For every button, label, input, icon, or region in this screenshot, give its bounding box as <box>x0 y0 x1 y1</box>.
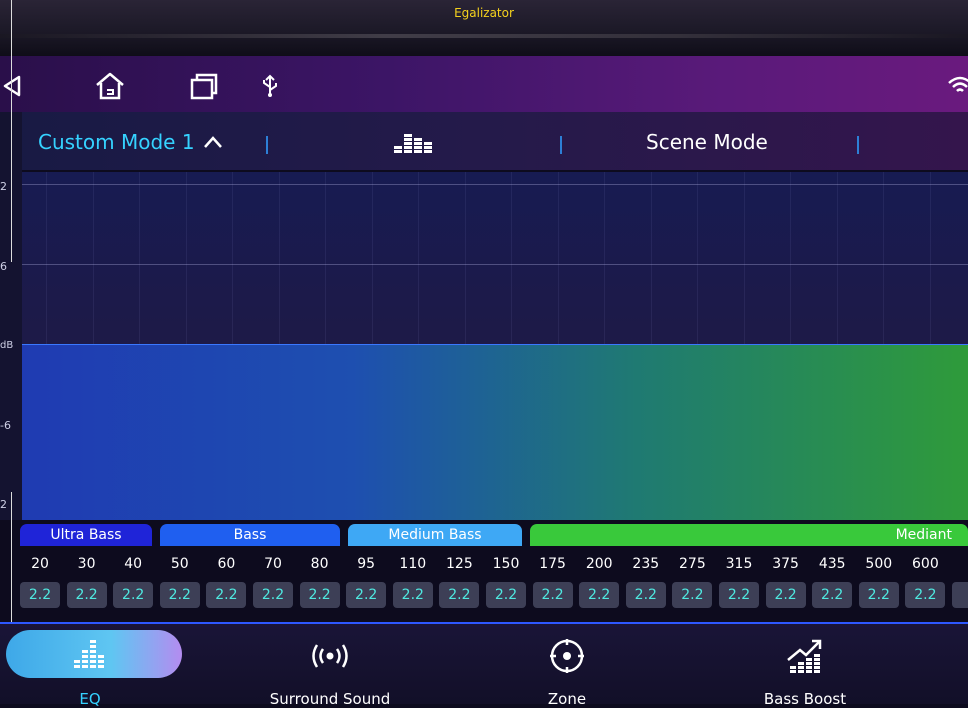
tab-zone[interactable]: Zone <box>520 628 614 708</box>
gain-value-box[interactable]: 2.2 <box>66 582 107 608</box>
band-medium-bass: Medium Bass <box>348 524 522 546</box>
grid-line <box>22 264 968 265</box>
tab-bass-boost-label: Bass Boost <box>763 690 847 708</box>
frequency-label: 375 <box>772 556 799 572</box>
divider <box>0 622 968 624</box>
frequency-label: 315 <box>725 556 753 572</box>
tab-zone-label: Zone <box>547 690 587 708</box>
gain-value-box[interactable]: 2.2 <box>253 582 293 608</box>
gain-value-box[interactable]: 2.2 <box>719 582 759 608</box>
gain-value-box[interactable]: 2.2 <box>858 582 899 608</box>
y-axis-label: -6 <box>0 419 11 432</box>
gain-value-box[interactable]: 2.2 <box>159 582 200 608</box>
frequency-label: 80 <box>310 556 329 572</box>
frequency-label: 500 <box>865 556 893 572</box>
gain-value-box[interactable]: 2.2 <box>439 582 480 608</box>
scene-mode-button[interactable]: Scene Mode <box>646 130 768 154</box>
eq-graph[interactable] <box>22 172 968 520</box>
frequency-label: 200 <box>585 556 613 572</box>
gain-value-box[interactable]: 2.2 <box>579 582 620 608</box>
gain-value-box[interactable]: 2.2 <box>206 582 247 608</box>
frequency-label: 150 <box>492 556 520 572</box>
gain-value-box[interactable]: 2.2 <box>905 582 946 608</box>
frequency-label: 175 <box>539 556 566 572</box>
frequency-label: 60 <box>217 556 236 572</box>
frequency-label: 435 <box>818 556 846 572</box>
gain-value-box[interactable]: 2.2 <box>486 582 526 608</box>
gain-value-box[interactable]: 2.2 <box>299 582 340 608</box>
mode-bar: Custom Mode 1 Scene Mode <box>0 112 968 170</box>
recent-apps-icon[interactable] <box>183 66 223 106</box>
gain-value-box[interactable]: 2.2 <box>672 582 713 608</box>
frequency-label: 70 <box>264 556 282 572</box>
wifi-icon <box>940 66 968 106</box>
band-bass: Bass <box>160 524 340 546</box>
divider <box>266 136 268 154</box>
gain-value-box[interactable]: 2.2 <box>392 582 433 608</box>
bass-boost-icon <box>787 639 822 673</box>
bezel <box>0 34 968 38</box>
frequency-row: 20 30 40 50 60 70 80 95 110 125 150 175 200 235 275 315… <box>20 552 968 576</box>
grid-line <box>22 184 968 185</box>
divider <box>560 136 562 154</box>
equalizer-view-icon[interactable] <box>392 132 434 158</box>
eq-curve-fill <box>22 344 968 520</box>
home-icon[interactable] <box>90 66 130 106</box>
chevron-up-icon <box>203 136 222 148</box>
gain-value-box[interactable]: 2 <box>952 582 968 608</box>
surround-sound-icon <box>312 644 348 668</box>
frequency-label: 275 <box>679 556 706 572</box>
gain-value-box[interactable]: 2.2 <box>625 582 666 608</box>
frequency-label: 95 <box>357 556 376 572</box>
divider <box>857 136 859 154</box>
title-bar: Egalizator <box>0 0 968 56</box>
frequency-label: 7 <box>952 556 968 572</box>
gain-value-box[interactable]: 2.2 <box>532 582 573 608</box>
y-axis-label: dB <box>0 340 14 351</box>
equalizer-icon <box>74 640 104 668</box>
custom-mode-selector[interactable]: Custom Mode 1 <box>38 130 223 154</box>
frequency-label: 40 <box>124 556 143 572</box>
tab-eq[interactable]: EQ <box>40 628 140 708</box>
frequency-label: 110 <box>399 556 427 572</box>
frequency-label: 50 <box>170 556 189 572</box>
frequency-label: 125 <box>446 556 473 572</box>
frequency-label: 600 <box>912 556 939 572</box>
value-row: 2.2 2.2 2.2 2.2 2.2 2.2 2.2 2.2 2.2 2.2 2.2 2.2 2.2 2… <box>20 582 968 610</box>
bottom-tab-bar: EQ Surround Sound Zone Bass Boost <box>0 622 968 708</box>
frequency-label: 235 <box>632 556 660 572</box>
tab-eq-label: EQ <box>79 690 101 708</box>
band-mediant: Mediant <box>530 524 968 546</box>
usb-icon <box>250 66 290 106</box>
frequency-label: 20 <box>31 556 49 572</box>
gain-value-box[interactable]: 2.2 <box>346 582 387 608</box>
band-labels: Ultra Bass Bass Medium Bass Mediant <box>20 524 968 546</box>
custom-mode-label: Custom Mode 1 <box>38 130 195 154</box>
target-icon <box>550 639 584 673</box>
tab-surround-sound[interactable]: Surround Sound <box>260 628 400 708</box>
band-ultra-bass: Ultra Bass <box>20 524 152 546</box>
tab-bass-boost[interactable]: Bass Boost <box>750 628 860 708</box>
side-panel-edge <box>0 0 12 262</box>
gain-value-box[interactable]: 2.2 <box>20 582 60 608</box>
frequency-label: 30 <box>77 556 96 572</box>
window-title: Egalizator <box>454 6 514 20</box>
gain-value-box[interactable]: 2.2 <box>765 582 806 608</box>
gain-value-box[interactable]: 2.2 <box>812 582 853 608</box>
gain-value-box[interactable]: 2.2 <box>113 582 154 608</box>
tab-surround-sound-label: Surround Sound <box>269 690 391 708</box>
system-nav-bar <box>0 56 968 112</box>
